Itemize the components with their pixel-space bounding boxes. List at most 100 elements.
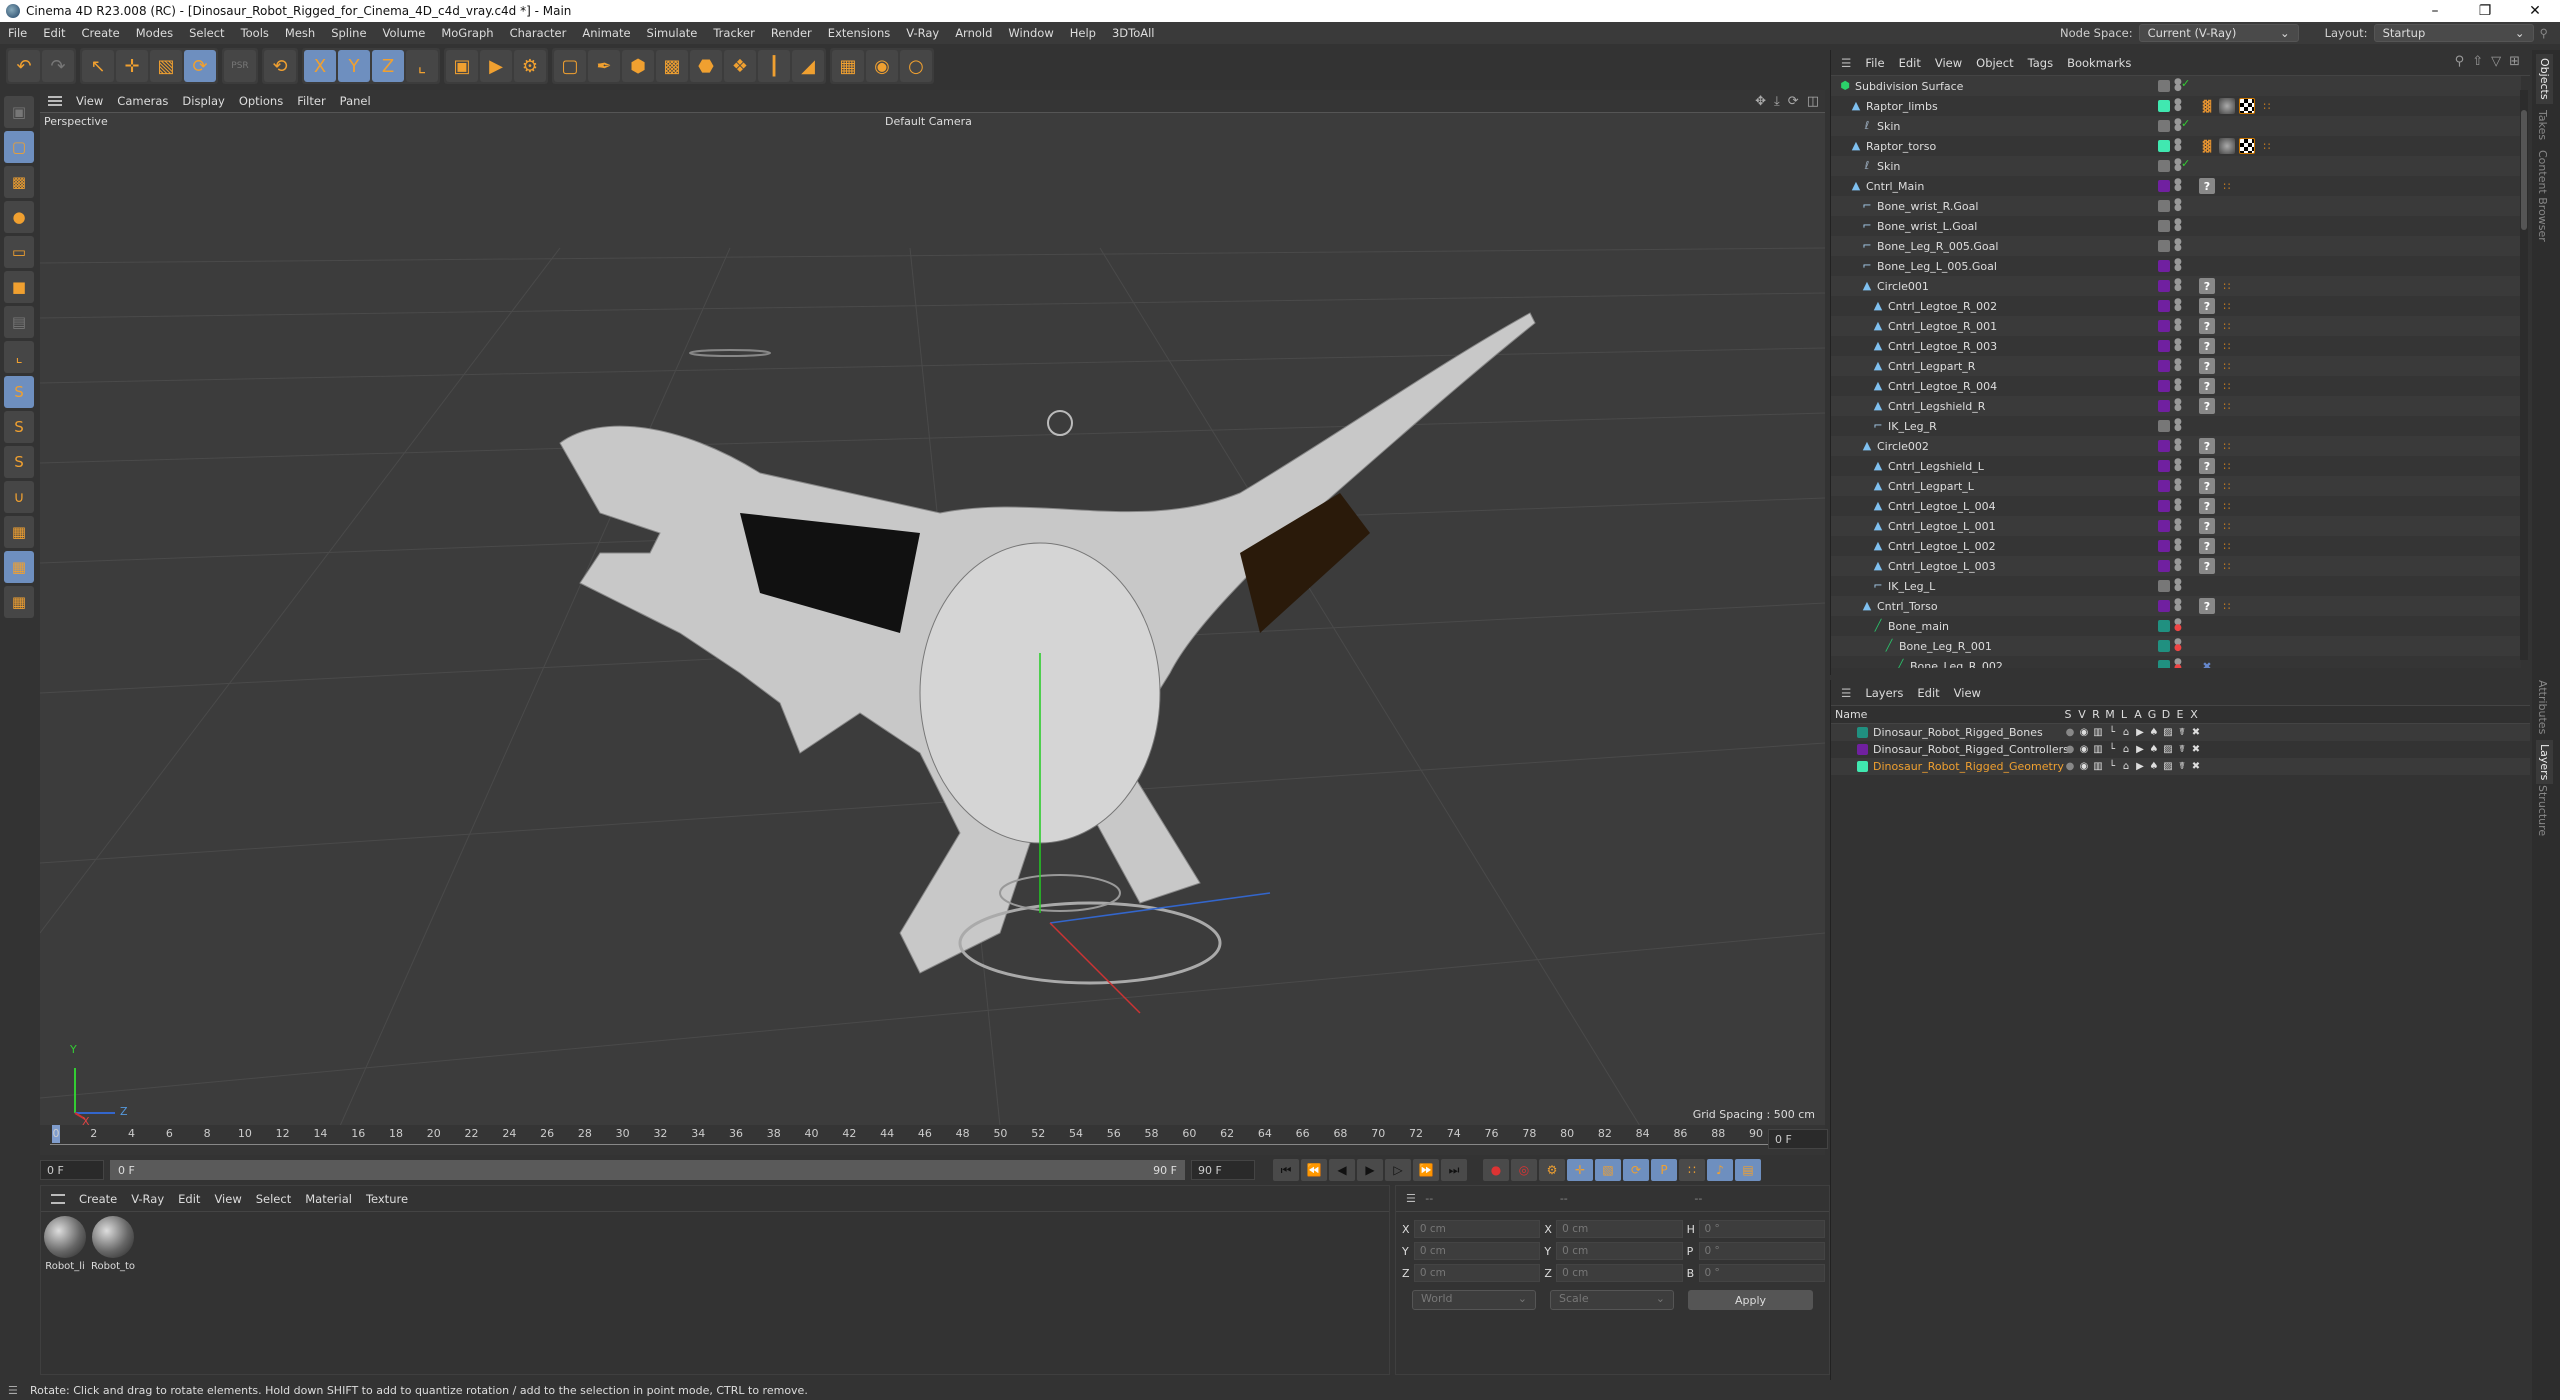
menu-help[interactable]: Help xyxy=(1062,26,1104,40)
hamburger-menu-icon[interactable]: ☰ xyxy=(1841,56,1851,70)
ik-tag-icon[interactable]: ∷ xyxy=(2219,498,2235,514)
object-row[interactable]: ▲ Cntrl_Legtoe_R_004 ● ●? ∷ xyxy=(1831,376,2521,396)
play-button[interactable]: ▶ xyxy=(1357,1159,1383,1181)
snap-button[interactable]: S xyxy=(4,376,34,408)
layer-color-swatch[interactable] xyxy=(2158,80,2170,92)
xref-icon[interactable]: ✖ xyxy=(2189,744,2203,755)
menu-animate[interactable]: Animate xyxy=(574,26,638,40)
layer-column-r[interactable]: R xyxy=(2089,708,2103,721)
object-row[interactable]: ▲ Circle001 ● ●? ∷ xyxy=(1831,276,2521,296)
manager-icon[interactable]: └ xyxy=(2105,727,2119,738)
next-key-button[interactable]: ⏩ xyxy=(1413,1159,1439,1181)
visible-render-icon[interactable]: ▥ xyxy=(2091,744,2105,755)
texture-mode-button[interactable]: ▩ xyxy=(4,166,34,198)
deformers-icon[interactable]: ▨ xyxy=(2161,744,2175,755)
timeline-ruler[interactable]: 0 2 4 6 8 10 12 14 16 18 20 22 24 26 28 30 32 34 36 38 40 42 4… xyxy=(40,1125,1828,1155)
object-row[interactable]: ▲ Cntrl_Torso ● ●? ∷ xyxy=(1831,596,2521,616)
hamburger-menu-icon[interactable]: ☰ xyxy=(8,1384,18,1397)
cloner-button[interactable]: ⬣ xyxy=(690,50,722,82)
object-name[interactable]: IK_Leg_L xyxy=(1888,580,1935,593)
size-field[interactable]: 0 cm xyxy=(1556,1242,1683,1260)
hamburger-menu-icon[interactable] xyxy=(51,1193,65,1204)
layer-color-swatch[interactable] xyxy=(1857,727,1868,738)
object-row[interactable]: ▲ Cntrl_Legshield_L ● ●? ∷ xyxy=(1831,456,2521,476)
manager-icon[interactable]: └ xyxy=(2105,744,2119,755)
texture-tag-icon[interactable] xyxy=(2239,98,2255,114)
rotation-field[interactable]: 0 ° xyxy=(1698,1220,1825,1238)
menu-tools[interactable]: Tools xyxy=(233,26,277,40)
expressions-icon[interactable]: ☤ xyxy=(2175,761,2189,772)
material-menu-edit[interactable]: Edit xyxy=(178,1192,200,1206)
object-row[interactable]: ▲ Cntrl_Legtoe_R_002 ● ●? ∷ xyxy=(1831,296,2521,316)
menu-simulate[interactable]: Simulate xyxy=(639,26,706,40)
menu-window[interactable]: Window xyxy=(1000,26,1061,40)
layer-color-swatch[interactable] xyxy=(2158,120,2170,132)
unknown-tag-icon[interactable]: ? xyxy=(2199,178,2215,194)
previous-key-button[interactable]: ⏪ xyxy=(1301,1159,1327,1181)
object-name[interactable]: Cntrl_Legtoe_R_001 xyxy=(1888,320,1997,333)
unknown-tag-icon[interactable]: ? xyxy=(2199,278,2215,294)
object-row[interactable]: ▲ Cntrl_Legpart_L ● ●? ∷ xyxy=(1831,476,2521,496)
weight-tag-icon[interactable]: ▓ xyxy=(2199,138,2215,154)
enabled-check-icon[interactable]: ✓ xyxy=(2181,77,2190,90)
position-field[interactable]: 0 cm xyxy=(1413,1220,1541,1238)
menu-mesh[interactable]: Mesh xyxy=(277,26,323,40)
rotate-button[interactable]: ⟳ xyxy=(184,50,216,82)
layer-menu-view[interactable]: View xyxy=(1954,686,1981,700)
object-row[interactable]: ▲ Cntrl_Legshield_R ● ●? ∷ xyxy=(1831,396,2521,416)
visibility-dots[interactable]: ● ● xyxy=(2174,278,2182,293)
menu-spline[interactable]: Spline xyxy=(323,26,374,40)
unknown-tag-icon[interactable]: ? xyxy=(2199,498,2215,514)
visible-editor-icon[interactable]: ◉ xyxy=(2077,727,2091,738)
visibility-dots[interactable]: ● ● xyxy=(2174,398,2182,413)
visibility-dots[interactable]: ● ● xyxy=(2174,418,2182,433)
coordinate-space-dropdown[interactable]: World ⌄ xyxy=(1412,1290,1536,1310)
visibility-dots[interactable]: ● ● xyxy=(2174,238,2182,253)
new-panel-icon[interactable]: ⊞ xyxy=(2509,54,2520,69)
layer-color-swatch[interactable] xyxy=(2158,520,2170,532)
material-menu-vray[interactable]: V-Ray xyxy=(131,1192,164,1206)
hamburger-menu-icon[interactable] xyxy=(48,96,62,106)
key-rotation-button[interactable]: ⟳ xyxy=(1623,1159,1649,1181)
visibility-dots[interactable]: ● ● xyxy=(2174,518,2182,533)
snap-settings-button[interactable]: S xyxy=(4,411,34,443)
mograph-button[interactable]: ❖ xyxy=(724,50,756,82)
object-row[interactable]: ▲ Raptor_torso ● ● ▓ ∷ xyxy=(1831,136,2521,156)
key-pla-button[interactable]: ∷ xyxy=(1679,1159,1705,1181)
floor-button[interactable]: ▦ xyxy=(832,50,864,82)
visibility-dots[interactable]: ● ● xyxy=(2174,498,2182,513)
ik-tag-icon[interactable]: ∷ xyxy=(2219,318,2235,334)
object-name[interactable]: Cntrl_Legtoe_L_001 xyxy=(1888,520,1996,533)
unknown-tag-icon[interactable]: ? xyxy=(2199,558,2215,574)
layer-name[interactable]: Dinosaur_Robot_Rigged_Geometry xyxy=(1873,760,2064,773)
object-row[interactable]: ▲ Cntrl_Legtoe_L_004 ● ●? ∷ xyxy=(1831,496,2521,516)
layer-column-g[interactable]: G xyxy=(2145,708,2159,721)
object-name[interactable]: Bone_wrist_R.Goal xyxy=(1877,200,1978,213)
menu-extensions[interactable]: Extensions xyxy=(820,26,898,40)
visible-render-icon[interactable]: ▥ xyxy=(2091,727,2105,738)
coordinate-mode-dropdown[interactable]: Scale ⌄ xyxy=(1550,1290,1674,1310)
autokey-button[interactable]: ◎ xyxy=(1511,1159,1537,1181)
menu-character[interactable]: Character xyxy=(502,26,575,40)
visibility-dots[interactable]: ● ● xyxy=(2174,438,2182,453)
position-field[interactable]: 0 cm xyxy=(1413,1242,1541,1260)
object-name[interactable]: Circle001 xyxy=(1877,280,1929,293)
layer-color-swatch[interactable] xyxy=(2158,260,2170,272)
menu-create[interactable]: Create xyxy=(74,26,128,40)
pen-button[interactable]: ✒ xyxy=(588,50,620,82)
layer-column-e[interactable]: E xyxy=(2173,708,2187,721)
tab-attributes[interactable]: Attributes xyxy=(2536,680,2549,734)
next-frame-button[interactable]: ▷ xyxy=(1385,1159,1411,1181)
deformers-icon[interactable]: ▨ xyxy=(2161,727,2175,738)
home-icon[interactable]: ⇧ xyxy=(2472,54,2483,69)
tab-structure[interactable]: Structure xyxy=(2536,785,2549,836)
xref-icon[interactable]: ✖ xyxy=(2189,761,2203,772)
viewport-menu-panel[interactable]: Panel xyxy=(340,94,371,108)
layer-color-swatch[interactable] xyxy=(2158,180,2170,192)
tab-objects[interactable]: Objects xyxy=(2536,54,2553,104)
solo-icon[interactable]: ● xyxy=(2063,727,2077,738)
viewport-canvas[interactable]: Perspective Default Camera Y Z X Grid Sp… xyxy=(40,112,1825,1125)
generators-icon[interactable]: ♠ xyxy=(2147,727,2161,738)
om-menu-bookmarks[interactable]: Bookmarks xyxy=(2067,56,2131,70)
layer-color-swatch[interactable] xyxy=(2158,460,2170,472)
